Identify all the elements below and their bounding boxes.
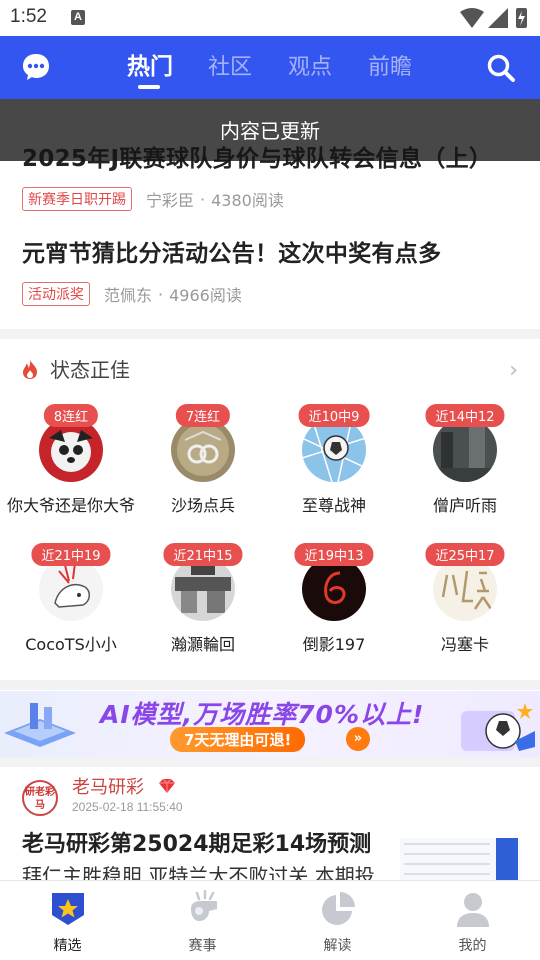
wifi-icon — [460, 8, 484, 28]
expert-name: 冯塞卡 — [440, 635, 489, 654]
diamond-icon — [159, 778, 175, 793]
signal-icon — [488, 8, 508, 28]
content-updated-toast: 内容已更新 — [0, 99, 540, 161]
flame-icon — [23, 358, 37, 379]
section-header: 状态正佳 — [20, 354, 130, 383]
prediction-card[interactable]: 研老彩马 老马研彩 2025-02-18 11:55:40 老马研彩第25024… — [0, 768, 540, 880]
article-author: 范佩东 — [104, 286, 153, 305]
author-avatar[interactable]: 研老彩马 — [22, 780, 58, 816]
nav-label: 我的 — [458, 938, 487, 954]
expert-name: 僧庐听雨 — [432, 496, 497, 515]
section-divider — [0, 680, 540, 690]
top-tabs: 热门 社区 观点 前瞻 — [110, 36, 430, 99]
streak-badge: 7连红 — [175, 404, 231, 427]
avatar — [39, 418, 103, 482]
nav-label: 精选 — [53, 938, 82, 954]
avatar — [39, 557, 103, 621]
streak-badge: 近21中19 — [31, 543, 111, 566]
streak-badge: 近10中9 — [298, 404, 370, 427]
ai-model-banner[interactable]: AI模型,万场胜率70%以上! 7天无理由可退! » — [0, 691, 540, 757]
tab-community[interactable]: 社区 — [190, 36, 270, 99]
nav-featured[interactable]: 精选 — [0, 881, 135, 960]
article-tag: 活动派奖 — [22, 282, 90, 306]
avatar — [171, 557, 235, 621]
avatar — [433, 418, 497, 482]
banner-headline: AI模型,万场胜率70%以上! — [100, 700, 425, 729]
article-title: 元宵节猜比分活动公告！这次中奖有点多 — [22, 241, 442, 267]
meta-separator: · — [158, 284, 164, 304]
avatar — [302, 557, 366, 621]
avatar — [433, 557, 497, 621]
expert-name: 至尊战神 — [301, 496, 366, 515]
expert-card[interactable]: 近25中17 冯塞卡 — [400, 543, 530, 673]
post-time: 2025-02-18 11:55:40 — [72, 800, 183, 814]
expert-name: 倒影197 — [302, 635, 366, 654]
expert-card[interactable]: 近19中13 倒影197 — [269, 543, 399, 673]
nav-label: 赛事 — [188, 938, 217, 954]
streak-badge: 近21中15 — [163, 543, 243, 566]
expert-name: 沙场点兵 — [170, 496, 235, 515]
nav-label: 解读 — [323, 938, 352, 954]
banner-arrow-icon: » — [346, 727, 370, 751]
expert-card[interactable]: 近14中12 僧庐听雨 — [400, 404, 530, 534]
expert-card[interactable]: 近21中15 瀚灝輪回 — [138, 543, 268, 673]
streak-badge: 近25中17 — [425, 543, 505, 566]
expert-name: 你大爷还是你大爷 — [6, 496, 135, 515]
expert-card[interactable]: 8连红 你大爷还是你大爷 — [6, 404, 136, 534]
streak-badge: 8连红 — [43, 404, 99, 427]
article-author: 宁彩臣 — [146, 191, 195, 210]
soccer-ball-icon — [461, 703, 535, 751]
banner-subline: 7天无理由可退! — [170, 727, 306, 752]
streak-badge: 近14中12 — [425, 404, 505, 427]
tab-views[interactable]: 观点 — [270, 36, 350, 99]
expert-name: 瀚灝輪回 — [170, 635, 235, 654]
chevron-right-icon[interactable]: › — [509, 358, 518, 383]
whistle-icon — [190, 889, 217, 921]
article-meta: 新赛季日职开踢 宁彩臣 · 4380阅读 — [22, 187, 522, 211]
hot-experts-section: 状态正佳 › 8连红 你大爷还是你大爷 7连红 沙场点兵 近10中9 至尊战神 … — [0, 340, 540, 680]
expert-card[interactable]: 7连红 沙场点兵 — [138, 404, 268, 534]
expert-card[interactable]: 近21中19 CocoTS小小 — [6, 543, 136, 673]
article-meta: 活动派奖 范佩东 · 4966阅读 — [22, 282, 522, 306]
search-icon[interactable] — [486, 53, 516, 83]
chat-bubble-icon[interactable] — [20, 51, 52, 83]
section-divider — [0, 757, 540, 767]
expert-name: CocoTS小小 — [25, 635, 117, 654]
bottom-nav: 精选 赛事 解读 我的 — [0, 880, 540, 960]
app-notification-icon: A — [71, 10, 85, 25]
status-bar: 1:52 A — [0, 0, 540, 36]
nav-analysis[interactable]: 解读 — [270, 881, 405, 960]
article-tag: 新赛季日职开踢 — [22, 187, 132, 211]
active-tab-indicator — [138, 85, 160, 89]
tab-preview[interactable]: 前瞻 — [350, 36, 430, 99]
avatar — [171, 418, 235, 482]
avatar — [302, 418, 366, 482]
article-reads: 4966阅读 — [169, 286, 242, 305]
meta-separator: · — [200, 189, 206, 209]
system-status-icons — [460, 8, 527, 28]
expert-card[interactable]: 近10中9 至尊战神 — [269, 404, 399, 534]
nav-profile[interactable]: 我的 — [405, 881, 540, 960]
article-item[interactable]: 元宵节猜比分活动公告！这次中奖有点多 活动派奖 范佩东 · 4966阅读 — [22, 234, 522, 306]
user-icon — [456, 893, 489, 927]
article-reads: 4380阅读 — [211, 191, 284, 210]
card-summary: 拜仁主胜稳胆 亚特兰大不败过关 本期投 — [22, 864, 375, 880]
status-time: 1:52 — [10, 6, 47, 27]
star-shield-icon — [51, 893, 84, 925]
section-title: 状态正佳 — [50, 358, 130, 382]
prediction-table-thumbnail — [400, 838, 520, 880]
section-divider — [0, 329, 540, 339]
ai-platform-icon — [4, 703, 76, 747]
streak-badge: 近19中13 — [294, 543, 374, 566]
card-title: 老马研彩第25024期足彩14场预测 — [22, 832, 372, 857]
nav-events[interactable]: 赛事 — [135, 881, 270, 960]
author-name[interactable]: 老马研彩 — [72, 773, 144, 799]
top-header: 热门 社区 观点 前瞻 — [0, 36, 540, 99]
pie-chart-icon — [321, 892, 355, 925]
tab-hot[interactable]: 热门 — [110, 36, 190, 99]
